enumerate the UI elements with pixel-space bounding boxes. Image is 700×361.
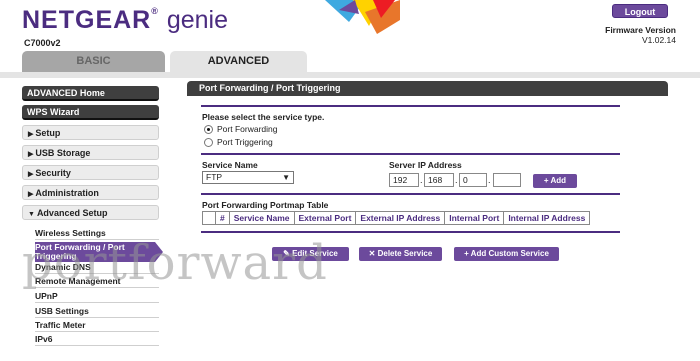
sidebar-subitem-usb-settings[interactable]: USB Settings: [35, 305, 159, 318]
firmware-version: V1.02.14: [641, 35, 676, 45]
edit-service-label: Edit Service: [292, 249, 338, 258]
sidebar-subitem-dynamic-dns[interactable]: Dynamic DNS: [35, 261, 159, 274]
expand-arrow-icon: ▶: [28, 191, 34, 198]
portmap-table: # Service Name External Port External IP…: [202, 211, 591, 225]
expand-arrow-icon: ▶: [28, 171, 34, 178]
sidebar-item-administration[interactable]: ▶ Administration: [22, 185, 159, 200]
section-divider: [201, 193, 620, 195]
model-name: C7000v2: [24, 38, 61, 48]
sidebar-item-label: Administration: [35, 188, 99, 198]
tab-advanced[interactable]: ADVANCED: [170, 51, 307, 72]
table-header-number: #: [215, 211, 230, 225]
sidebar-item-label: Advanced Setup: [36, 208, 108, 218]
sidebar-subitem-remote-management[interactable]: Remote Management: [35, 275, 159, 288]
add-button-label: Add: [550, 176, 567, 185]
netgear-genie-logo: NETGEAR® genie: [22, 6, 228, 34]
pencil-icon: ✎: [283, 249, 290, 258]
ip-separator: .: [488, 175, 491, 185]
brand-name: NETGEAR: [22, 6, 152, 34]
add-custom-service-button[interactable]: + Add Custom Service: [454, 247, 559, 261]
table-header-service-name: Service Name: [228, 211, 295, 225]
sidebar-subitem-upnp[interactable]: UPnP: [35, 290, 159, 303]
plus-icon: +: [464, 249, 469, 258]
radio-label: Port Forwarding: [217, 124, 278, 134]
sidebar-item-advanced-home[interactable]: ADVANCED Home: [22, 86, 159, 101]
server-ip-octet-4[interactable]: [493, 173, 521, 187]
radio-button[interactable]: [204, 138, 213, 148]
product-name: genie: [166, 6, 228, 34]
delete-service-label: Delete Service: [377, 249, 433, 258]
collapse-arrow-icon: ▼: [28, 211, 35, 218]
delete-service-button[interactable]: ✕ Delete Service: [359, 247, 442, 261]
sidebar-item-label: Setup: [35, 128, 61, 138]
table-header-internal-ip: Internal IP Address: [503, 211, 591, 225]
decorative-graphic: [325, 0, 400, 34]
radio-button-selected[interactable]: [204, 125, 213, 135]
page-title: Port Forwarding / Port Triggering: [187, 81, 668, 96]
sidebar-item-advanced-setup[interactable]: ▼ Advanced Setup: [22, 205, 159, 220]
expand-arrow-icon: ▶: [28, 131, 34, 138]
service-name-label: Service Name: [202, 160, 258, 170]
expand-arrow-icon: ▶: [28, 151, 34, 158]
firmware-label: Firmware Version: [605, 25, 676, 35]
server-ip-label: Server IP Address: [389, 160, 462, 170]
service-name-value: FTP: [206, 172, 223, 182]
radio-port-forwarding[interactable]: Port Forwarding: [204, 124, 278, 135]
table-header-external-port: External Port: [293, 211, 357, 225]
sidebar-item-setup[interactable]: ▶ Setup: [22, 125, 159, 140]
sidebar-item-wps-wizard[interactable]: WPS Wizard: [22, 105, 159, 120]
header: NETGEAR® genie C7000v2 Logout Firmware V…: [0, 0, 700, 50]
ip-separator: .: [420, 175, 423, 185]
plus-icon: +: [543, 176, 549, 185]
section-divider: [201, 231, 620, 233]
table-header-internal-port: Internal Port: [444, 211, 505, 225]
sidebar-subitem-port-forwarding[interactable]: Port Forwarding / Port Triggering: [35, 242, 163, 262]
add-custom-service-label: Add Custom Service: [470, 249, 549, 258]
section-divider: [201, 153, 620, 155]
section-divider: [201, 105, 620, 107]
server-ip-octet-2[interactable]: 168: [424, 173, 454, 187]
tab-bar-underline: [0, 72, 700, 78]
sidebar-subitem-traffic-meter[interactable]: Traffic Meter: [35, 319, 159, 332]
sidebar-subitem-wireless-settings[interactable]: Wireless Settings: [35, 227, 159, 240]
sidebar-subitem-ipv6[interactable]: IPv6: [35, 333, 159, 346]
service-name-select[interactable]: FTP ▼: [202, 171, 294, 184]
edit-service-button[interactable]: ✎ Edit Service: [272, 247, 349, 261]
portmap-table-title: Port Forwarding Portmap Table: [202, 200, 329, 210]
table-header-external-ip: External IP Address: [355, 211, 446, 225]
sidebar-item-security[interactable]: ▶ Security: [22, 165, 159, 180]
radio-label: Port Triggering: [217, 137, 273, 147]
sidebar-item-label: USB Storage: [35, 148, 91, 158]
ip-separator: .: [455, 175, 458, 185]
service-type-prompt: Please select the service type.: [202, 112, 325, 122]
close-icon: ✕: [368, 249, 376, 258]
sidebar-item-label: WPS Wizard: [27, 107, 80, 117]
radio-port-triggering[interactable]: Port Triggering: [204, 137, 273, 148]
table-header-select: [202, 211, 216, 225]
sidebar-item-label: Security: [35, 168, 71, 178]
tab-basic[interactable]: BASIC: [22, 51, 165, 72]
table-header-row: # Service Name External Port External IP…: [202, 211, 591, 225]
server-ip-octet-3[interactable]: 0: [459, 173, 487, 187]
server-ip-octet-1[interactable]: 192: [389, 173, 419, 187]
sidebar-item-label: ADVANCED Home: [27, 88, 105, 98]
add-button[interactable]: + Add: [533, 174, 577, 188]
logout-button[interactable]: Logout: [612, 4, 668, 18]
chevron-down-icon: ▼: [282, 173, 290, 182]
sidebar-item-usb-storage[interactable]: ▶ USB Storage: [22, 145, 159, 160]
